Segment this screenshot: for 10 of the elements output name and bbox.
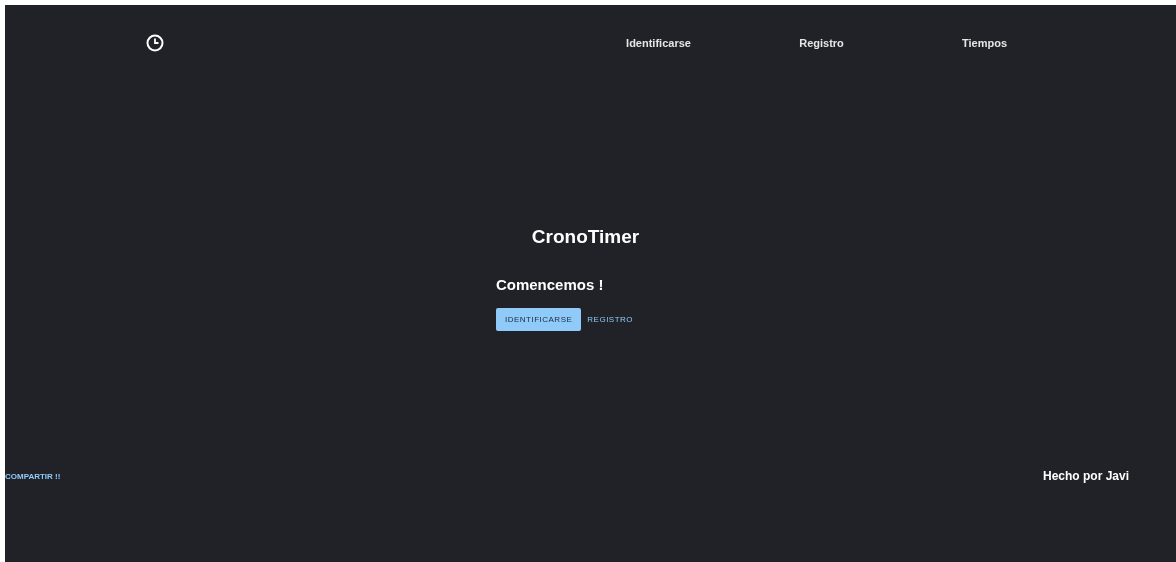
login-button[interactable]: IDENTIFICARSE — [495, 308, 582, 331]
register-link[interactable]: REGISTRO — [585, 308, 636, 331]
app-title: CronoTimer — [531, 226, 640, 248]
credit-text: Hecho por Javi — [1042, 469, 1129, 483]
nav-link[interactable]: Identificarse — [577, 36, 740, 49]
subtitle: Comencemos ! — [495, 276, 604, 293]
nav-link[interactable]: Tiempos — [903, 36, 1066, 49]
nav-link[interactable]: Registro — [740, 36, 903, 49]
clock-icon[interactable] — [146, 33, 164, 52]
share-link[interactable]: COMPARTIR !! — [5, 471, 61, 481]
